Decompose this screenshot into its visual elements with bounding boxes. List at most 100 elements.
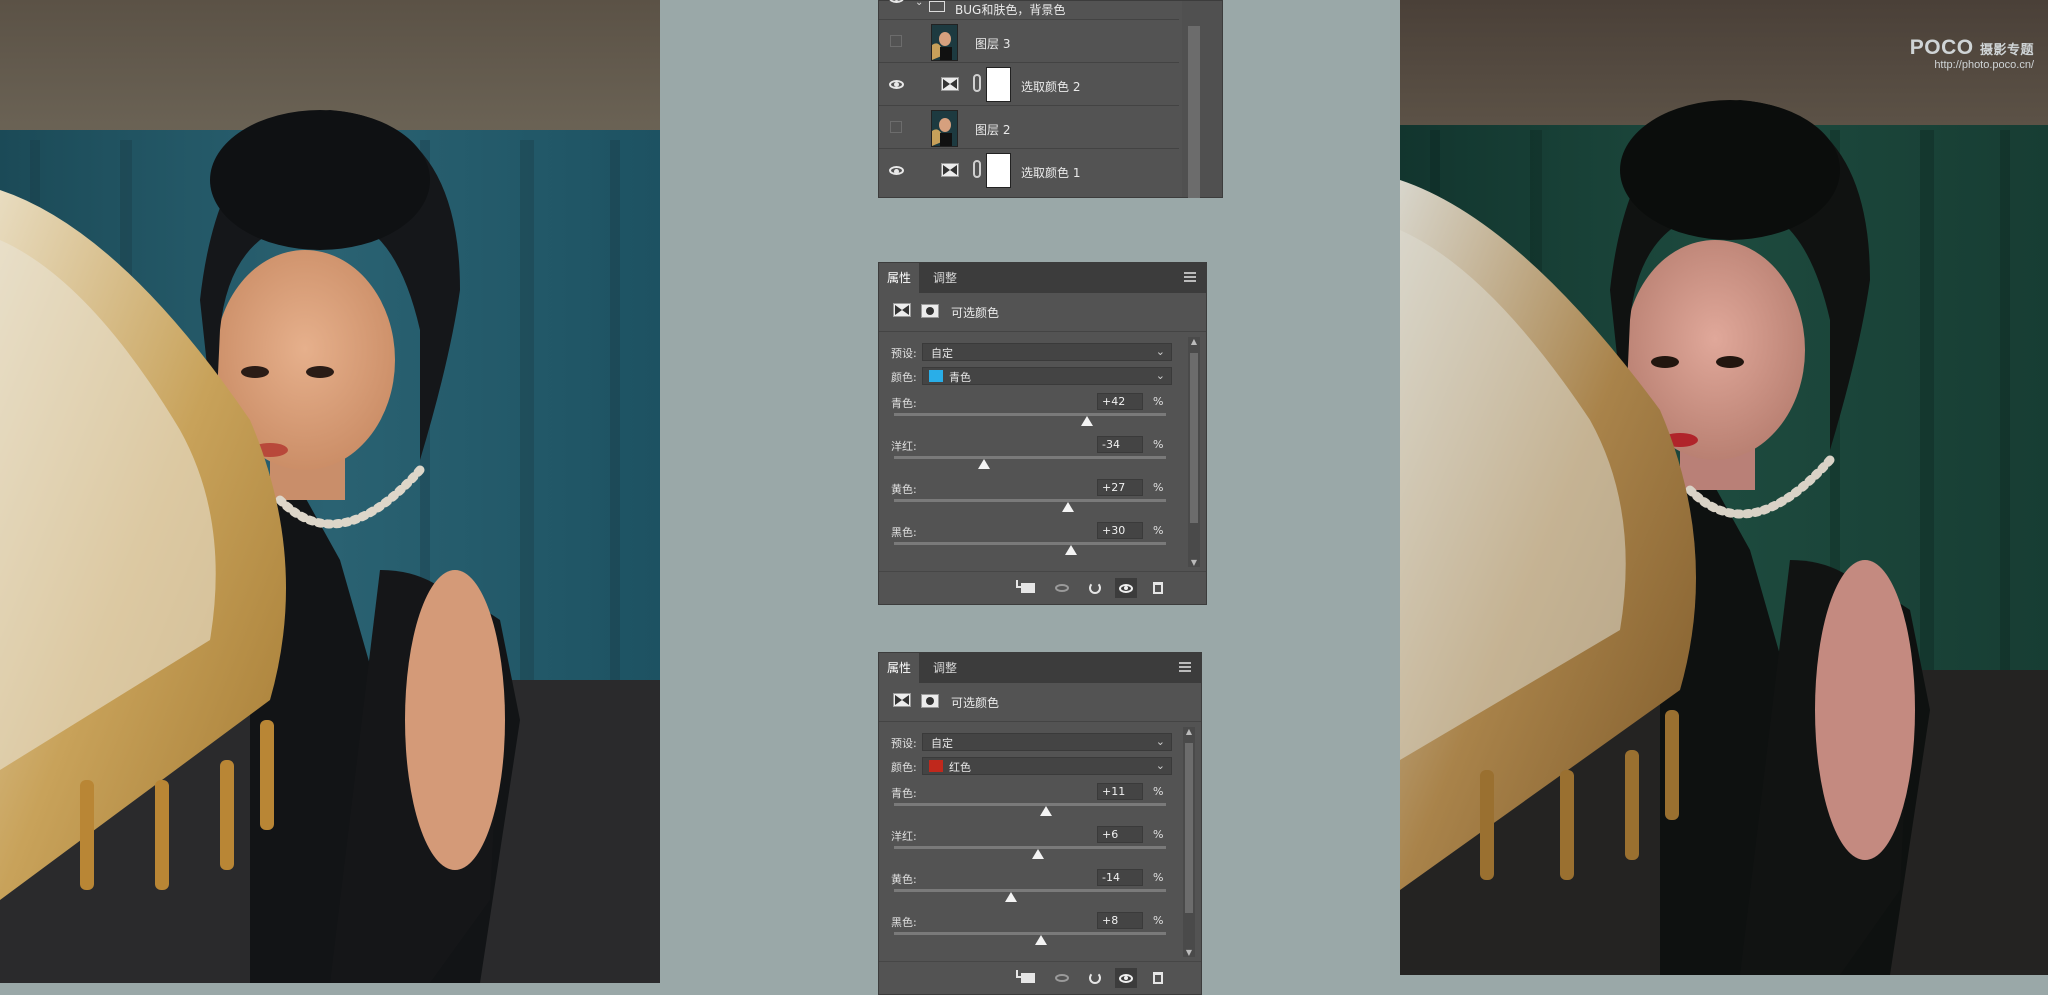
slider-value-input[interactable]: +8 xyxy=(1097,912,1143,929)
mask-icon[interactable] xyxy=(921,694,939,708)
tab-properties[interactable]: 属性 xyxy=(879,653,920,683)
layer-visibility-toggle[interactable] xyxy=(885,63,907,105)
panel-scrollbar[interactable]: ▲ ▼ xyxy=(1188,337,1200,567)
slider-knob[interactable] xyxy=(1081,416,1094,426)
clip-to-layer-icon[interactable] xyxy=(1016,968,1039,988)
tab-properties[interactable]: 属性 xyxy=(879,263,920,293)
toggle-visibility-icon[interactable] xyxy=(1115,578,1137,598)
color-dropdown[interactable]: 青色 ⌄ xyxy=(922,367,1172,385)
preset-dropdown[interactable]: 自定 ⌄ xyxy=(922,733,1172,751)
slider-value-input[interactable]: +30 xyxy=(1097,522,1143,539)
link-icon[interactable] xyxy=(973,74,981,92)
slider-value-input[interactable]: -34 xyxy=(1097,436,1143,453)
slider-value-input[interactable]: +27 xyxy=(1097,479,1143,496)
watermark-url: http://photo.poco.cn/ xyxy=(1934,59,2034,72)
slider-track[interactable] xyxy=(894,846,1166,849)
scroll-down-icon[interactable]: ▼ xyxy=(1183,948,1195,957)
selective-color-icon xyxy=(941,77,959,91)
eye-icon xyxy=(888,166,904,175)
slider-knob[interactable] xyxy=(1040,806,1053,816)
slider-track[interactable] xyxy=(894,413,1166,416)
watermark-brand: POCO xyxy=(1909,36,1974,59)
slider-track[interactable] xyxy=(894,932,1166,935)
layers-scrollbar[interactable] xyxy=(1182,1,1222,198)
preset-dropdown[interactable]: 自定 ⌄ xyxy=(922,343,1172,361)
view-previous-icon[interactable] xyxy=(1051,968,1073,988)
visibility-off-icon xyxy=(890,121,902,133)
slider-knob[interactable] xyxy=(1004,892,1017,902)
properties-panel-red: 属性 调整 可选颜色 预设: 自定 ⌄ 颜色: 红色 ⌄ ▲ ▼ 青色: +11%… xyxy=(878,652,1202,995)
selective-color-icon xyxy=(941,163,959,177)
color-label: 颜色: xyxy=(891,371,917,384)
scroll-down-icon[interactable]: ▼ xyxy=(1188,558,1200,567)
clip-to-layer-icon[interactable] xyxy=(1016,578,1039,598)
slider-value-input[interactable]: +6 xyxy=(1097,826,1143,843)
link-icon[interactable] xyxy=(973,160,981,178)
photo-before xyxy=(0,0,660,983)
delete-icon[interactable] xyxy=(1147,968,1169,988)
chevron-down-icon[interactable]: ⌄ xyxy=(915,0,923,8)
tab-adjustments[interactable]: 调整 xyxy=(925,263,965,293)
layer-row-selective-color-2[interactable]: 选取颜色 2 xyxy=(879,63,1179,106)
group-visibility-toggle[interactable] xyxy=(885,0,907,19)
chevron-down-icon: ⌄ xyxy=(1155,345,1165,358)
slider-knob[interactable] xyxy=(1034,935,1047,945)
scrollbar-thumb[interactable] xyxy=(1188,26,1200,198)
layer-row-photo-3[interactable]: 图层 3 xyxy=(879,20,1179,63)
poco-watermark: POCO 摄影专题 http://photo.poco.cn/ xyxy=(1910,36,2034,71)
preset-label: 预设: xyxy=(891,347,917,360)
delete-icon[interactable] xyxy=(1147,578,1169,598)
layer-row-photo-2[interactable]: 图层 2 xyxy=(879,106,1179,149)
reset-icon[interactable] xyxy=(1084,578,1106,598)
slider-track[interactable] xyxy=(894,803,1166,806)
slider-track[interactable] xyxy=(894,889,1166,892)
scroll-up-icon[interactable]: ▲ xyxy=(1183,727,1195,736)
watermark-brand-suffix: 摄影专题 xyxy=(1979,42,2034,57)
slider-value-input[interactable]: +11 xyxy=(1097,783,1143,800)
preset-value: 自定 xyxy=(931,737,953,750)
layer-mask-thumbnail[interactable] xyxy=(986,67,1011,102)
eye-icon xyxy=(888,79,904,89)
slider-knob[interactable] xyxy=(1032,849,1045,859)
layer-row-selective-color-1[interactable]: 选取颜色 1 xyxy=(879,149,1179,192)
slider-knob[interactable] xyxy=(1064,545,1077,555)
toggle-visibility-icon[interactable] xyxy=(1115,968,1137,988)
slider-knob[interactable] xyxy=(977,459,990,469)
layer-name: 图层 2 xyxy=(975,123,1011,137)
layer-mask-thumbnail[interactable] xyxy=(986,153,1011,188)
percent-unit: % xyxy=(1153,828,1164,841)
panel-menu-icon[interactable] xyxy=(1184,272,1196,282)
reset-icon[interactable] xyxy=(1084,968,1106,988)
color-value: 青色 xyxy=(949,371,971,384)
mask-icon[interactable] xyxy=(921,304,939,318)
panel-tab-bar: 属性 调整 xyxy=(879,653,1201,683)
slider-track[interactable] xyxy=(894,456,1166,459)
slider-track[interactable] xyxy=(894,542,1166,545)
chevron-down-icon: ⌄ xyxy=(1155,759,1165,772)
panel-menu-icon[interactable] xyxy=(1179,662,1191,672)
color-label: 颜色: xyxy=(891,761,917,774)
scrollbar-thumb[interactable] xyxy=(1190,353,1198,523)
panel-scrollbar[interactable]: ▲ ▼ xyxy=(1183,727,1195,957)
adjustment-title: 可选颜色 xyxy=(951,306,1000,320)
scrollbar-thumb[interactable] xyxy=(1185,743,1193,913)
group-name: BUG和肤色，背景色 xyxy=(955,3,1066,17)
slider-value-input[interactable]: +42 xyxy=(1097,393,1143,410)
layer-group-row[interactable]: ⌄ BUG和肤色，背景色 xyxy=(879,0,1179,20)
chevron-down-icon: ⌄ xyxy=(1155,735,1165,748)
color-dropdown[interactable]: 红色 ⌄ xyxy=(922,757,1172,775)
scroll-up-icon[interactable]: ▲ xyxy=(1188,337,1200,346)
properties-header: 可选颜色 xyxy=(879,683,1201,722)
panel-footer xyxy=(879,571,1206,604)
layer-visibility-toggle[interactable] xyxy=(885,20,907,62)
layer-visibility-toggle[interactable] xyxy=(885,149,907,192)
slider-track[interactable] xyxy=(894,499,1166,502)
photo-before-image xyxy=(0,0,660,983)
chevron-down-icon: ⌄ xyxy=(1155,369,1165,382)
preset-label: 预设: xyxy=(891,737,917,750)
slider-knob[interactable] xyxy=(1062,502,1075,512)
slider-value-input[interactable]: -14 xyxy=(1097,869,1143,886)
tab-adjustments[interactable]: 调整 xyxy=(925,653,965,683)
layer-visibility-toggle[interactable] xyxy=(885,106,907,148)
view-previous-icon[interactable] xyxy=(1051,578,1073,598)
